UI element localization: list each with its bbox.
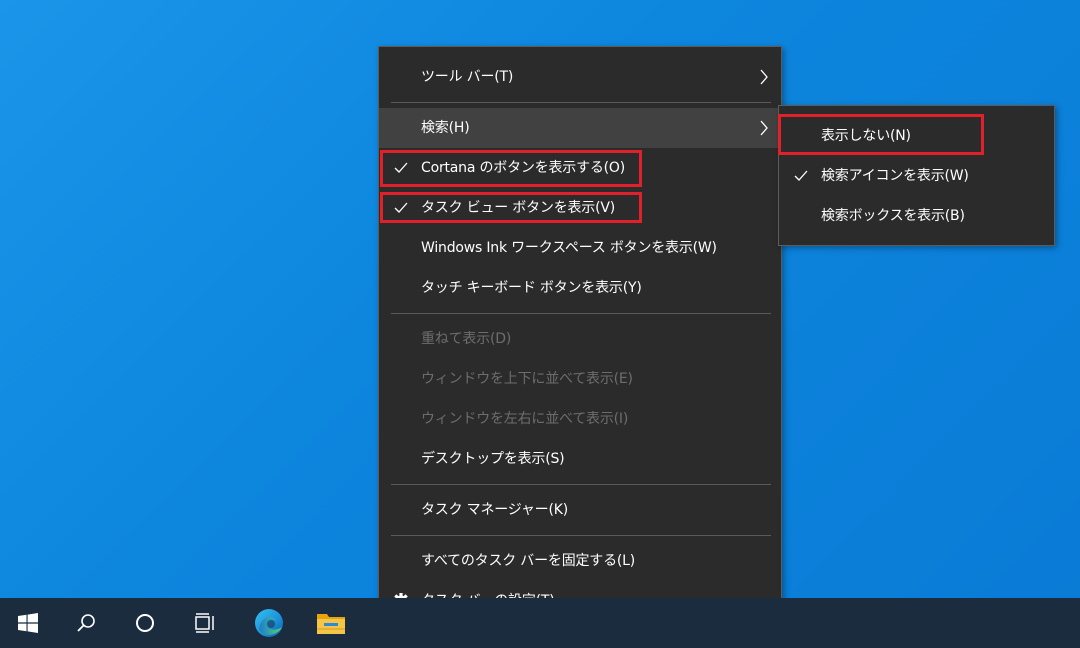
menu-item-lock-taskbar[interactable]: すべてのタスク バーを固定する(L) bbox=[379, 541, 781, 581]
menu-separator bbox=[391, 484, 771, 485]
submenu-item-show-search-box[interactable]: 検索ボックスを表示(B) bbox=[779, 196, 1054, 236]
submenu-item-label: 検索ボックスを表示(B) bbox=[821, 208, 965, 224]
menu-item-stack-windows: ウィンドウを上下に並べて表示(E) bbox=[379, 359, 781, 399]
menu-item-label: デスクトップを表示(S) bbox=[421, 451, 565, 467]
menu-separator bbox=[391, 535, 771, 536]
menu-item-label: ツール バー(T) bbox=[421, 69, 514, 85]
task-view-icon[interactable] bbox=[177, 598, 233, 648]
windows-start-icon[interactable] bbox=[0, 598, 56, 648]
menu-item-label: 重ねて表示(D) bbox=[421, 331, 512, 347]
menu-separator bbox=[391, 102, 771, 103]
taskbar-context-menu: ツール バー(T) 検索(H) Cortana のボタンを表示する(O) タスク… bbox=[378, 46, 782, 631]
submenu-item-label: 検索アイコンを表示(W) bbox=[821, 168, 969, 184]
chevron-right-icon bbox=[757, 108, 771, 148]
chevron-right-icon bbox=[757, 57, 771, 97]
menu-item-task-manager[interactable]: タスク マネージャー(K) bbox=[379, 490, 781, 530]
menu-item-cascade-windows: 重ねて表示(D) bbox=[379, 319, 781, 359]
menu-item-label: ウィンドウを上下に並べて表示(E) bbox=[421, 371, 633, 387]
menu-item-show-desktop[interactable]: デスクトップを表示(S) bbox=[379, 439, 781, 479]
menu-item-show-windows-ink-button[interactable]: Windows Ink ワークスペース ボタンを表示(W) bbox=[379, 228, 781, 268]
menu-item-label: 検索(H) bbox=[421, 120, 470, 136]
menu-item-toolbars[interactable]: ツール バー(T) bbox=[379, 57, 781, 97]
menu-item-label: タッチ キーボード ボタンを表示(Y) bbox=[421, 280, 642, 296]
menu-item-label: Windows Ink ワークスペース ボタンを表示(W) bbox=[421, 240, 717, 256]
submenu-item-show-search-icon[interactable]: 検索アイコンを表示(W) bbox=[779, 156, 1054, 196]
file-explorer-icon[interactable] bbox=[303, 598, 359, 648]
highlight-box-task-view bbox=[380, 192, 642, 223]
edge-icon[interactable] bbox=[241, 598, 297, 648]
menu-item-side-by-side-windows: ウィンドウを左右に並べて表示(I) bbox=[379, 399, 781, 439]
menu-item-search[interactable]: 検索(H) bbox=[379, 108, 781, 148]
menu-separator bbox=[391, 313, 771, 314]
search-icon[interactable] bbox=[58, 598, 114, 648]
menu-item-show-touch-keyboard-button[interactable]: タッチ キーボード ボタンを表示(Y) bbox=[379, 268, 781, 308]
taskbar bbox=[0, 598, 1080, 648]
cortana-icon[interactable] bbox=[117, 598, 173, 648]
menu-item-label: タスク マネージャー(K) bbox=[421, 502, 568, 518]
checkmark-icon bbox=[793, 156, 809, 196]
menu-item-label: すべてのタスク バーを固定する(L) bbox=[421, 553, 636, 569]
menu-item-label: ウィンドウを左右に並べて表示(I) bbox=[421, 411, 629, 427]
highlight-box-hidden bbox=[778, 114, 984, 155]
highlight-box-cortana bbox=[380, 150, 642, 187]
